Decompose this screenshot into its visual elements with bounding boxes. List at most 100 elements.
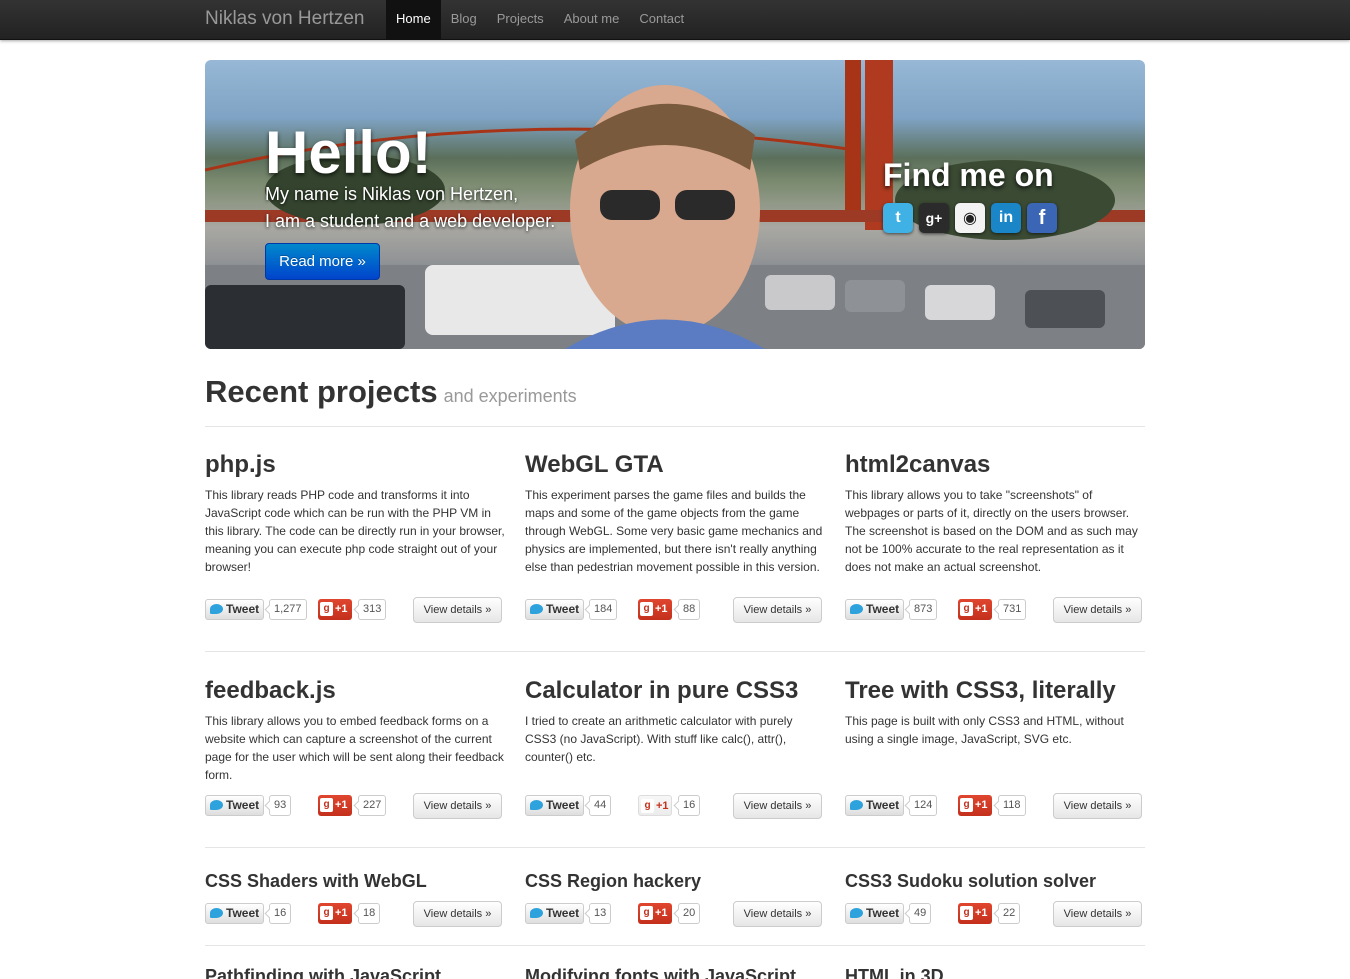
view-details-button[interactable]: View details » <box>1053 597 1142 623</box>
project-description: This page is built with only CSS3 and HT… <box>845 714 1124 746</box>
project-description: I tried to create an arithmetic calculat… <box>525 714 793 764</box>
hero-intro-line-1: My name is Niklas von Hertzen, <box>265 184 519 204</box>
project-actions: Tweet 124 g +1 118 View details » <box>845 793 1145 819</box>
plus-one-count: 20 <box>678 903 701 924</box>
google-plus-one-button[interactable]: g +1 <box>318 795 352 816</box>
nav-item-about-me[interactable]: About me <box>554 0 630 40</box>
project-title[interactable]: HTML in 3D <box>845 966 1145 979</box>
project-card: CSS Region hackery <box>525 871 825 892</box>
tweet-button[interactable]: Tweet <box>525 903 584 924</box>
project-title[interactable]: php.js <box>205 451 505 479</box>
google-plus-one-button[interactable]: g +1 <box>958 599 992 620</box>
google-plus-one-button[interactable]: g +1 <box>318 599 352 620</box>
project-title[interactable]: CSS Shaders with WebGL <box>205 871 505 892</box>
tweet-label: Tweet <box>226 906 260 920</box>
tweet-count: 124 <box>909 795 938 816</box>
project-card: Calculator in pure CSS3 I tried to create… <box>525 677 825 766</box>
nav-item-home[interactable]: Home <box>386 0 441 40</box>
project-card: WebGL GTA This experiment parses the game… <box>525 451 825 576</box>
project-actions: Tweet 49 g +1 22 View details » <box>845 901 1145 927</box>
tweet-label: Tweet <box>546 798 580 812</box>
tweet-button[interactable]: Tweet <box>845 599 904 620</box>
project-title[interactable]: html2canvas <box>845 451 1145 479</box>
plus-one-label: +1 <box>335 907 348 919</box>
project-title[interactable]: Calculator in pure CSS3 <box>525 677 825 705</box>
google-plus-icon: g <box>320 906 333 920</box>
divider <box>205 651 1145 652</box>
tweet-count: 873 <box>909 599 938 620</box>
project-title[interactable]: CSS Region hackery <box>525 871 825 892</box>
twitter-bird-icon <box>850 800 863 810</box>
brand-link[interactable]: Niklas von Hertzen <box>205 8 364 30</box>
tweet-button[interactable]: Tweet <box>525 599 584 620</box>
plus-one-label: +1 <box>975 603 988 615</box>
tweet-label: Tweet <box>226 602 260 616</box>
project-title[interactable]: feedback.js <box>205 677 505 705</box>
tweet-label: Tweet <box>546 906 580 920</box>
divider <box>205 847 1145 848</box>
view-details-button[interactable]: View details » <box>733 901 822 927</box>
twitter-bird-icon <box>210 604 223 614</box>
google-plus-icon[interactable]: g+ <box>919 203 949 233</box>
twitter-icon[interactable]: t <box>883 203 913 233</box>
top-navbar: Niklas von Hertzen Home Blog Projects About… <box>0 0 1350 40</box>
view-details-button[interactable]: View details » <box>413 793 502 819</box>
tweet-button[interactable]: Tweet <box>525 795 584 816</box>
google-plus-icon: g <box>320 602 333 616</box>
tweet-button[interactable]: Tweet <box>845 795 904 816</box>
google-plus-one-button[interactable]: g +1 <box>638 599 672 620</box>
google-plus-one-button[interactable]: g +1 <box>638 903 672 924</box>
project-title[interactable]: Modifying fonts with JavaScript <box>525 966 825 979</box>
section-heading: Recent projects and experiments <box>205 374 577 410</box>
facebook-icon[interactable]: f <box>1027 203 1057 233</box>
tweet-button[interactable]: Tweet <box>205 903 264 924</box>
social-links: t g+ ◉ in f <box>883 203 1057 233</box>
view-details-button[interactable]: View details » <box>413 901 502 927</box>
project-card: html2canvas This library allows you to ta… <box>845 451 1145 576</box>
github-icon[interactable]: ◉ <box>955 203 985 233</box>
project-card: php.js This library reads PHP code and tr… <box>205 451 505 576</box>
google-plus-one-button[interactable]: g +1 <box>318 903 352 924</box>
plus-one-count: 16 <box>678 795 701 816</box>
tweet-button[interactable]: Tweet <box>205 599 264 620</box>
view-details-button[interactable]: View details » <box>733 597 822 623</box>
hero-heading: Hello! <box>265 119 432 186</box>
read-more-button[interactable]: Read more » <box>265 243 380 280</box>
google-plus-one-button[interactable]: g +1 <box>958 903 992 924</box>
project-card: CSS Shaders with WebGL <box>205 871 505 892</box>
project-description: This library allows you to embed feedbac… <box>205 714 504 782</box>
view-details-button[interactable]: View details » <box>733 793 822 819</box>
plus-one-count: 118 <box>998 795 1026 816</box>
tweet-label: Tweet <box>866 602 900 616</box>
twitter-bird-icon <box>530 800 543 810</box>
view-details-button[interactable]: View details » <box>1053 901 1142 927</box>
google-plus-one-button[interactable]: g +1 <box>958 795 992 816</box>
project-title[interactable]: Pathfinding with JavaScript <box>205 966 505 979</box>
view-details-button[interactable]: View details » <box>413 597 502 623</box>
google-plus-one-button[interactable]: g +1 <box>638 795 672 816</box>
tweet-count: 13 <box>589 903 612 924</box>
project-card: Tree with CSS3, literally This page is bu… <box>845 677 1145 748</box>
project-actions: Tweet 873 g +1 731 View details » <box>845 597 1145 623</box>
tweet-button[interactable]: Tweet <box>205 795 264 816</box>
twitter-bird-icon <box>850 908 863 918</box>
nav-item-blog[interactable]: Blog <box>441 0 487 40</box>
google-plus-icon: g <box>640 906 653 920</box>
view-details-button[interactable]: View details » <box>1053 793 1142 819</box>
project-description: This library allows you to take "screens… <box>845 488 1138 574</box>
project-title[interactable]: WebGL GTA <box>525 451 825 479</box>
divider <box>205 945 1145 946</box>
google-plus-icon: g <box>960 906 973 920</box>
project-description: This experiment parses the game files an… <box>525 488 823 574</box>
twitter-bird-icon <box>530 604 543 614</box>
plus-one-label: +1 <box>655 603 668 615</box>
tweet-count: 1,277 <box>269 599 307 620</box>
project-title[interactable]: CSS3 Sudoku solution solver <box>845 871 1145 892</box>
tweet-button[interactable]: Tweet <box>845 903 904 924</box>
nav-item-projects[interactable]: Projects <box>487 0 554 40</box>
project-actions: Tweet 184 g +1 88 View details » <box>525 597 825 623</box>
linkedin-icon[interactable]: in <box>991 203 1021 233</box>
project-actions: Tweet 16 g +1 18 View details » <box>205 901 505 927</box>
project-title[interactable]: Tree with CSS3, literally <box>845 677 1145 705</box>
nav-item-contact[interactable]: Contact <box>629 0 694 40</box>
